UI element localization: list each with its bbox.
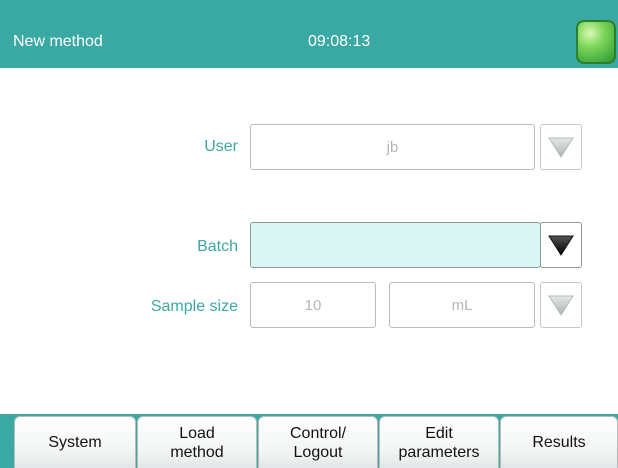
sample-size-unit-field[interactable]: mL	[389, 282, 535, 328]
window-title: New method	[13, 33, 103, 50]
batch-field[interactable]	[250, 222, 541, 268]
tab-results[interactable]: Results	[500, 416, 618, 468]
tab-edit-parameters[interactable]: Edit parameters	[379, 416, 499, 468]
user-label: User	[204, 138, 238, 155]
title-bar: New method 09:08:13	[0, 0, 618, 68]
tab-control-logout[interactable]: Control/ Logout	[258, 416, 378, 468]
chevron-down-icon	[548, 295, 574, 316]
tab-system[interactable]: System	[14, 416, 136, 468]
chevron-down-icon	[548, 235, 574, 256]
user-dropdown-button[interactable]	[540, 124, 582, 170]
user-field[interactable]: jb	[250, 124, 535, 170]
clock: 09:08:13	[308, 33, 371, 50]
chevron-down-icon	[548, 137, 574, 158]
batch-dropdown-button[interactable]	[540, 222, 582, 268]
sample-size-field[interactable]: 10	[250, 282, 376, 328]
status-led-icon[interactable]	[576, 20, 616, 64]
sample-size-label: Sample size	[150, 298, 238, 315]
tab-load-method[interactable]: Load method	[137, 416, 257, 468]
batch-label: Batch	[197, 238, 238, 255]
unit-dropdown-button[interactable]	[540, 282, 582, 328]
